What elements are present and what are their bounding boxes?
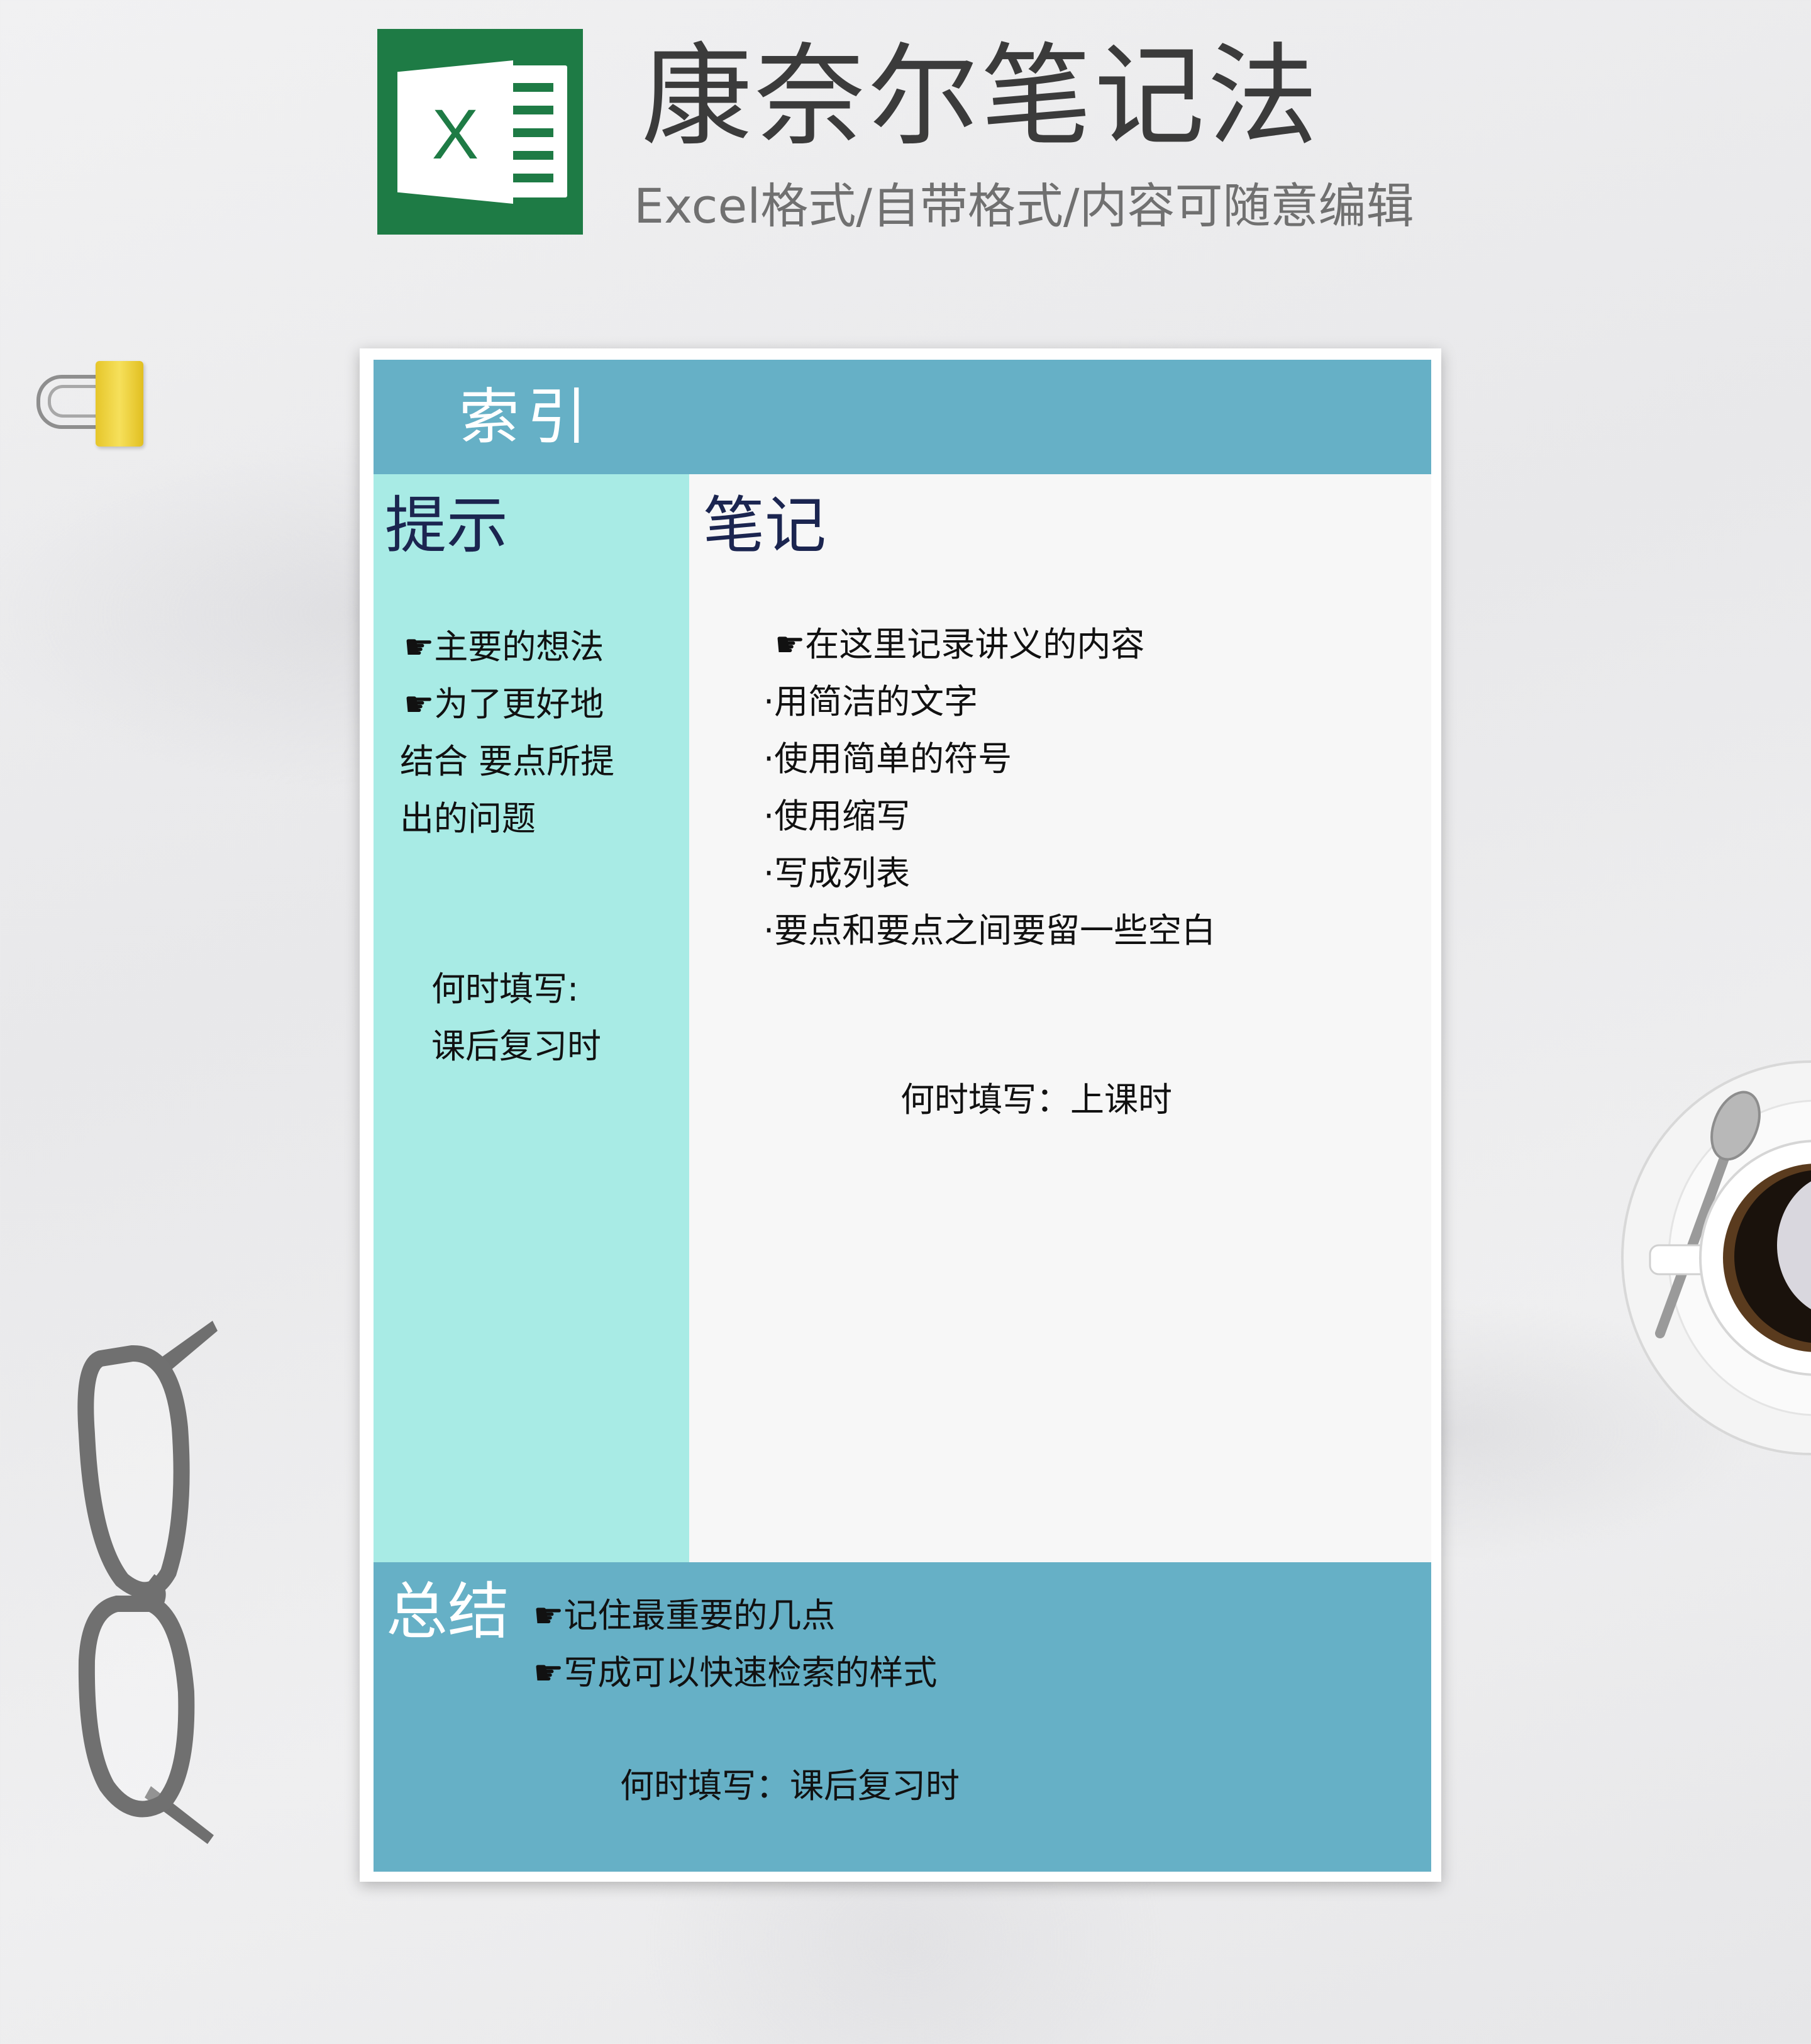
binder-clip-icon [96, 361, 143, 447]
notes-line: ·使用缩写 [763, 796, 911, 836]
summary-line: ☛记住最重要的几点 [533, 1596, 836, 1635]
notes-line: ·写成列表 [763, 853, 911, 893]
eyeglasses-icon [77, 1321, 218, 1844]
cue-line: ☛主要的想法 [404, 627, 604, 667]
coffee-cup-icon [1621, 1060, 1811, 1455]
cue-when-label: 何时填写: [431, 969, 579, 1009]
notes-line: ·要点和要点之间要留一些空白 [763, 911, 1216, 950]
page-title: 康奈尔笔记法 [641, 32, 1321, 161]
index-label: 索引 [459, 382, 595, 452]
page-subtitle: Excel格式/自带格式/内容可随意编辑 [634, 178, 1414, 234]
logo-front-panel: X [397, 60, 513, 204]
notes-line: ·用简洁的文字 [763, 682, 978, 721]
cue-heading: 提示 [385, 490, 509, 562]
cue-when-value: 课后复习时 [431, 1026, 601, 1066]
notes-line: ☛在这里记录讲义的内容 [775, 625, 1145, 664]
summary-when: 何时填写：课后复习时 [620, 1766, 960, 1806]
summary-section[interactable] [374, 1562, 1431, 1872]
notes-heading: 笔记 [703, 490, 827, 562]
cue-line: 结合 要点所提 [400, 742, 615, 781]
excel-logo-icon: X [377, 29, 583, 235]
logo-letter: X [431, 94, 479, 174]
cue-line: ☛为了更好地 [404, 684, 604, 724]
notes-when: 何时填写：上课时 [900, 1080, 1172, 1119]
notes-line: ·使用简单的符号 [763, 739, 1012, 779]
cue-line: 出的问题 [400, 799, 536, 838]
summary-heading: 总结 [386, 1576, 510, 1648]
summary-line: ☛写成可以快速检索的样式 [533, 1653, 938, 1692]
